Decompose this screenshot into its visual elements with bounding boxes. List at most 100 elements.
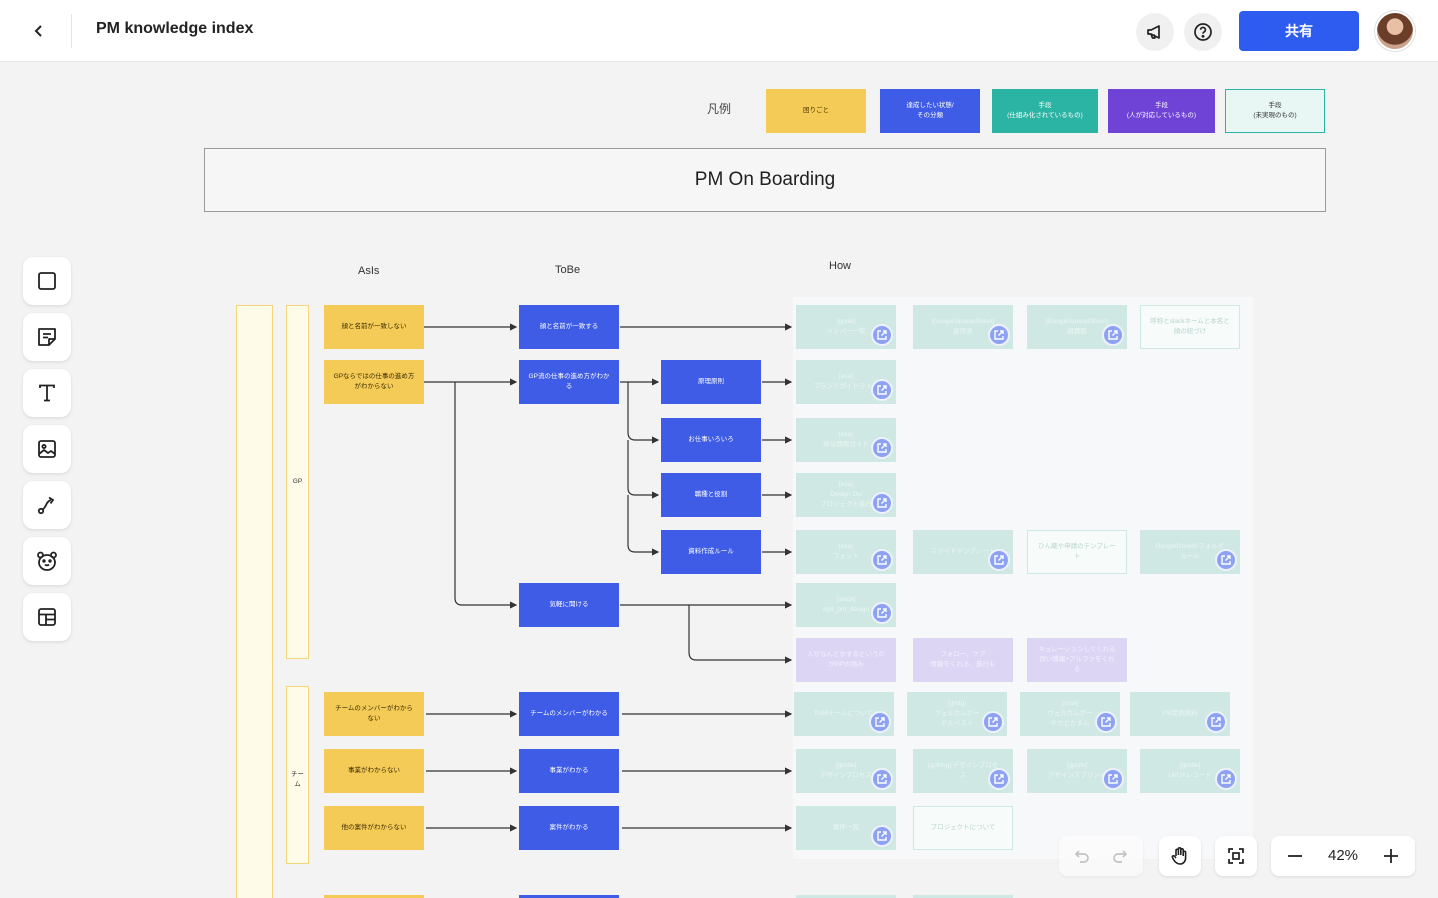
text-icon: [39, 384, 55, 402]
how-card[interactable]: [GoogleSpreadSheet] 座席表: [913, 305, 1013, 349]
how-card[interactable]: [esa] ブランドガイドライン: [796, 360, 896, 404]
how-card[interactable]: [gmtg] ウェルカムボー ドルペスト: [907, 692, 1007, 736]
how-card[interactable]: [esa] Design Div プロジェクト進行: [796, 473, 896, 517]
announcement-button[interactable]: [1136, 13, 1174, 51]
tool-shape[interactable]: [23, 257, 71, 305]
external-link-icon[interactable]: [1215, 549, 1237, 571]
how-card-text: [esa] 新公開用ガイド: [823, 431, 869, 448]
chevron-left-icon: [34, 25, 42, 37]
how-card[interactable]: フォロー、ケア 情報をくれる、進行も: [913, 638, 1013, 682]
external-link-icon[interactable]: [1102, 768, 1124, 790]
external-link-icon[interactable]: [988, 324, 1010, 346]
how-card[interactable]: ひん蔵や申請のテンプレー ト: [1027, 530, 1127, 574]
how-card[interactable]: プロジェクトについて: [913, 806, 1013, 850]
asis-card[interactable]: チームのメンバーがわから ない: [324, 692, 424, 736]
tool-connector[interactable]: [23, 481, 71, 529]
asis-card[interactable]: GPならではの仕事の進め方 がわからない: [324, 360, 424, 404]
external-link-icon[interactable]: [1102, 324, 1124, 346]
top-bar: PM knowledge index 共有: [0, 0, 1438, 62]
external-link-icon[interactable]: [871, 768, 893, 790]
tobe-sub-card[interactable]: 原理原則: [661, 360, 761, 404]
redo-icon: [1113, 850, 1128, 863]
how-card[interactable]: PdMチームについて: [794, 692, 894, 736]
how-card[interactable]: [gpsite] デザインプロセス: [796, 749, 896, 793]
fit-to-screen-button[interactable]: [1215, 836, 1257, 876]
tobe-card[interactable]: 気軽に聞ける: [519, 583, 619, 627]
connector-icon: [37, 496, 55, 515]
how-card[interactable]: [mail] ウェルカムボー ドカとかまん: [1020, 692, 1120, 736]
how-card-text: [gpde] メンバー一覧: [826, 318, 866, 335]
how-card[interactable]: [gpsite] デザインスプリント: [1027, 749, 1127, 793]
whiteboard-canvas[interactable]: 凡例 困りごと 達成したい状態/ その分類 手段 (仕組み化されているもの) 手…: [0, 0, 1438, 898]
how-card[interactable]: キュレーションしてくれる 良い情報+アルファをくれ る: [1027, 638, 1127, 682]
how-card[interactable]: [esa] フォント: [796, 530, 896, 574]
zoom-control: 42%: [1271, 836, 1415, 876]
zoom-out-button[interactable]: [1283, 844, 1307, 868]
how-card-text: [slack] #pd_pm_design: [822, 596, 870, 613]
external-link-icon[interactable]: [871, 379, 893, 401]
external-link-icon[interactable]: [871, 437, 893, 459]
external-link-icon[interactable]: [871, 492, 893, 514]
how-card-text: [esa] ブランドガイドライン: [813, 373, 879, 390]
tool-text[interactable]: [23, 369, 71, 417]
how-card[interactable]: [slack] #pd_pm_design: [796, 583, 896, 627]
how-card[interactable]: PM定例資料: [1130, 692, 1230, 736]
board-name[interactable]: PM knowledge index: [96, 20, 253, 38]
how-card[interactable]: [esa] 新公開用ガイド: [796, 418, 896, 462]
external-link-icon[interactable]: [1215, 768, 1237, 790]
how-card[interactable]: [gpsite] UI/UXレコード: [1140, 749, 1240, 793]
external-link-icon[interactable]: [871, 549, 893, 571]
external-link-icon[interactable]: [871, 324, 893, 346]
tool-sticky-note[interactable]: [23, 313, 71, 361]
external-link-icon[interactable]: [869, 711, 891, 733]
external-link-icon[interactable]: [988, 549, 1010, 571]
tobe-sub-card[interactable]: 職種と役割: [661, 473, 761, 517]
how-card-text: PM定例資料: [1162, 710, 1198, 718]
tobe-sub-card[interactable]: お仕事いろいろ: [661, 418, 761, 462]
how-card[interactable]: スライドテンプレート: [913, 530, 1013, 574]
tobe-card[interactable]: GP流の仕事の進め方がわか る: [519, 360, 619, 404]
zoom-in-button[interactable]: [1379, 844, 1403, 868]
how-card-text: [GoogleSpreadSheet] 組織図: [1045, 318, 1109, 335]
external-link-icon[interactable]: [1095, 711, 1117, 733]
how-card[interactable]: GoogleDriveのフォルダ ルール: [1140, 530, 1240, 574]
bear-icon: [37, 551, 57, 571]
tobe-card[interactable]: 事業がわかる: [519, 749, 619, 793]
how-card[interactable]: [gpblog] デザインプロセ ス: [913, 749, 1013, 793]
zoom-level: 42%: [1327, 847, 1359, 864]
megaphone-icon: [1147, 25, 1160, 39]
how-card[interactable]: 案件一覧: [796, 806, 896, 850]
tool-image[interactable]: [23, 425, 71, 473]
how-card[interactable]: 人がなんとかするというの がGPの強み: [796, 638, 896, 682]
external-link-icon[interactable]: [871, 825, 893, 847]
tobe-card[interactable]: 顔と名前が一致する: [519, 305, 619, 349]
tool-character[interactable]: [23, 537, 71, 585]
how-card-text: [GoogleSpreadSheet] 座席表: [931, 318, 995, 335]
how-card-text: [gpsite] UI/UXレコード: [1168, 762, 1212, 779]
image-icon: [38, 440, 56, 458]
hand-tool-button[interactable]: [1159, 836, 1201, 876]
tool-template[interactable]: [23, 593, 71, 641]
avatar[interactable]: [1375, 11, 1415, 51]
asis-card[interactable]: 他の案件がわからない: [324, 806, 424, 850]
how-card[interactable]: [gpde] メンバー一覧: [796, 305, 896, 349]
tobe-card[interactable]: チームのメンバーがわかる: [519, 692, 619, 736]
asis-card[interactable]: 事業がわからない: [324, 749, 424, 793]
how-card-text: PdMチームについて: [814, 710, 874, 718]
external-link-icon[interactable]: [988, 768, 1010, 790]
external-link-icon[interactable]: [871, 602, 893, 624]
how-card[interactable]: [GoogleSpreadSheet] 組織図: [1027, 305, 1127, 349]
tobe-sub-card[interactable]: 資料作成ルール: [661, 530, 761, 574]
undo-button[interactable]: [1072, 846, 1092, 866]
external-link-icon[interactable]: [1205, 711, 1227, 733]
how-card-text: [gpsite] デザインプロセス: [820, 762, 872, 779]
asis-card[interactable]: 顔と名前が一致しない: [324, 305, 424, 349]
external-link-icon[interactable]: [982, 711, 1004, 733]
share-button[interactable]: 共有: [1239, 11, 1359, 51]
help-button[interactable]: [1184, 13, 1222, 51]
how-card[interactable]: 呼称とslackネームと本名と 顔の紐づけ: [1140, 305, 1240, 349]
sticky-note-icon: [38, 328, 56, 346]
redo-button[interactable]: [1110, 846, 1130, 866]
back-button[interactable]: [24, 16, 54, 46]
tobe-card[interactable]: 案件がわかる: [519, 806, 619, 850]
